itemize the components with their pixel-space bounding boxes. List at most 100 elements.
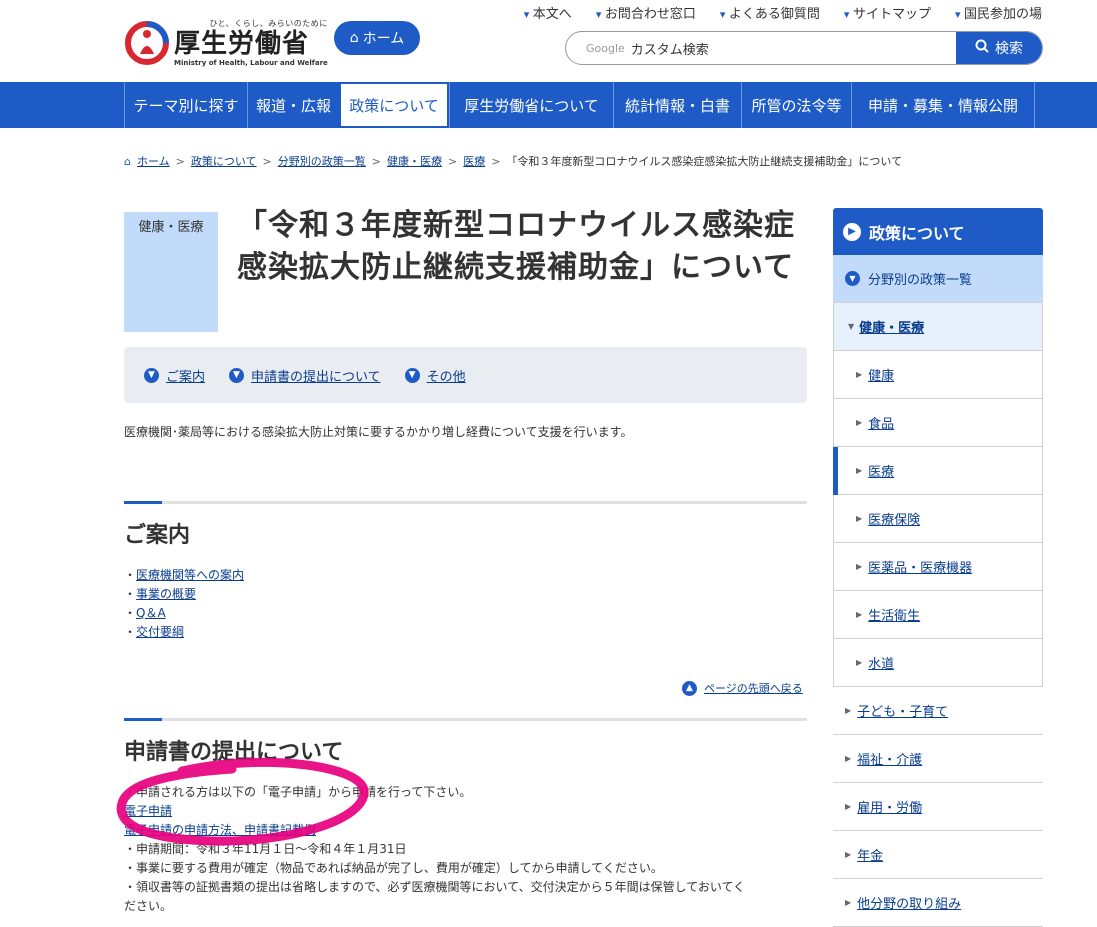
- sidebar-current-label[interactable]: 健康・医療: [859, 317, 924, 336]
- sidebar-item-insurance[interactable]: ▶ 医療保険: [833, 495, 1043, 543]
- anchor-links: ▼ ご案内 ▼ 申請書の提出について ▼ その他: [124, 347, 807, 403]
- sidebar-item-label[interactable]: 水道: [868, 653, 894, 672]
- sidebar-item-label[interactable]: 福祉・介護: [857, 749, 922, 768]
- search-placeholder: カスタム検索: [630, 42, 709, 58]
- caret-right-icon: ▶: [845, 706, 852, 715]
- list-item: 電子申請の申請方法、申請書記載例: [124, 821, 807, 840]
- anchor-guide[interactable]: ▼ ご案内: [144, 366, 205, 385]
- text-line: 領収書等の証拠書類の提出は省略しますので、必ず医療機関等において、交付決定から５…: [124, 878, 807, 897]
- list-item: 事業の概要: [124, 585, 244, 604]
- sidebar-item-employment[interactable]: ▶ 雇用・労働: [833, 783, 1043, 831]
- page-top-link[interactable]: ▲ ページの先頭へ戻る: [682, 680, 803, 696]
- sidebar-item-medical[interactable]: ▶ 医療: [833, 447, 1043, 495]
- home-button[interactable]: ⌂ ホーム: [334, 21, 420, 55]
- caret-right-icon: ▶: [845, 754, 852, 763]
- text-line: ださい。: [124, 899, 173, 913]
- text-line: 事業に要する費用が確定（物品であれば納品が完了し、費用が確定）してから申請してく…: [124, 859, 807, 878]
- gnav-statistics[interactable]: 統計情報・白書: [613, 82, 741, 128]
- sidebar-item-health-medical[interactable]: ▼ 健康・医療: [833, 303, 1043, 351]
- anchor-guide-label[interactable]: ご案内: [166, 366, 205, 385]
- caret-right-icon: ▶: [845, 898, 852, 907]
- gnav-about[interactable]: 厚生労働省について: [449, 82, 613, 128]
- sidebar: ▶ 政策について ▼ 分野別の政策一覧 ▼ 健康・医療 ▶ 健康 ▶ 食品 ▶ 医療 …: [833, 208, 1043, 927]
- sidebar-policy-list[interactable]: ▼ 分野別の政策一覧: [833, 255, 1043, 303]
- list-item: 交付要綱: [124, 623, 244, 642]
- guide-link-list: 医療機関等への案内 事業の概要 Q＆A 交付要綱: [124, 566, 244, 642]
- text-line: 申請期間：令和３年11月１日〜令和４年１月31日: [124, 840, 807, 859]
- gnav-applications[interactable]: 申請・募集・情報公開: [851, 82, 1035, 128]
- sidebar-head[interactable]: ▶ 政策について: [833, 208, 1043, 255]
- anchor-other-label[interactable]: その他: [427, 366, 466, 385]
- sidebar-item-pharma[interactable]: ▶ 医薬品・医療機器: [833, 543, 1043, 591]
- link-project-overview[interactable]: 事業の概要: [136, 587, 196, 601]
- link-e-application[interactable]: 電子申請: [124, 804, 172, 818]
- chevron-down-icon: ▼: [144, 367, 159, 383]
- sidebar-item-food[interactable]: ▶ 食品: [833, 399, 1043, 447]
- sidebar-item-label[interactable]: 他分野の取り組み: [857, 893, 961, 912]
- breadcrumb-policy[interactable]: 政策について: [191, 153, 257, 169]
- caret-right-icon: ▶: [856, 562, 863, 571]
- section-divider: [124, 501, 807, 504]
- text-line: 申請される方は以下の「電子申請」から申請を行って下さい。: [124, 783, 807, 802]
- sidebar-item-label[interactable]: 食品: [868, 413, 894, 432]
- caret-right-icon: ▶: [856, 514, 863, 523]
- search-box: Google カスタム検索 検索: [565, 31, 1043, 65]
- breadcrumb: ⌂ ホーム > 政策について > 分野別の政策一覧 > 健康・医療 > 医療 > 「令和３…: [124, 153, 903, 169]
- sidebar-policy-list-label: 分野別の政策一覧: [868, 273, 973, 288]
- caret-right-icon: ▶: [856, 466, 863, 475]
- gnav-policy[interactable]: 政策について: [339, 82, 449, 128]
- sidebar-item-welfare[interactable]: ▶ 福祉・介護: [833, 735, 1043, 783]
- home-button-label: ホーム: [362, 31, 405, 47]
- search-input[interactable]: Google カスタム検索: [566, 32, 956, 64]
- caret-right-icon: ▶: [845, 850, 852, 859]
- anchor-application[interactable]: ▼ 申請書の提出について: [229, 366, 381, 385]
- sidebar-head-label: 政策について: [869, 223, 965, 243]
- sidebar-item-children[interactable]: ▶ 子ども・子育て: [833, 687, 1043, 735]
- breadcrumb-home[interactable]: ホーム: [137, 153, 170, 169]
- util-link-main[interactable]: 本文へ: [524, 3, 572, 22]
- sidebar-item-label[interactable]: 医療: [868, 461, 894, 480]
- site-logo[interactable]: ひと、くらし、みらいのために 厚生労働省 Ministry of Health,…: [124, 18, 328, 67]
- list-item: 医療機関等への案内: [124, 566, 244, 585]
- sidebar-item-label[interactable]: 健康: [868, 365, 894, 384]
- link-application-method[interactable]: 電子申請の申請方法、申請書記載例: [124, 823, 316, 837]
- sidebar-item-health[interactable]: ▶ 健康: [833, 351, 1043, 399]
- util-link-faq[interactable]: よくある御質問: [720, 3, 820, 22]
- gnav-themes[interactable]: テーマ別に探す: [124, 82, 247, 128]
- breadcrumb-current: 「令和３年度新型コロナウイルス感染症感染拡大防止継続支援補助金」について: [506, 155, 903, 168]
- breadcrumb-health[interactable]: 健康・医療: [387, 153, 442, 169]
- page-top-label[interactable]: ページの先頭へ戻る: [704, 680, 803, 696]
- gnav-press[interactable]: 報道・広報: [247, 82, 339, 128]
- util-link-participation[interactable]: 国民参加の場: [955, 3, 1042, 22]
- breadcrumb-policy-list[interactable]: 分野別の政策一覧: [278, 153, 366, 169]
- category-label: 健康・医療: [124, 212, 218, 332]
- gnav-laws[interactable]: 所管の法令等: [741, 82, 851, 128]
- search-button-label: 検索: [995, 41, 1023, 57]
- util-link-sitemap[interactable]: サイトマップ: [844, 3, 931, 22]
- search-button[interactable]: 検索: [956, 32, 1042, 64]
- chevron-down-icon: ▼: [229, 367, 245, 383]
- chevron-right-icon: ▶: [843, 222, 861, 241]
- utility-links: 本文へ お問合わせ窓口 よくある御質問 サイトマップ 国民参加の場: [524, 3, 1042, 22]
- sidebar-item-label[interactable]: 子ども・子育て: [857, 701, 948, 720]
- sidebar-item-label[interactable]: 生活衛生: [868, 605, 920, 624]
- sidebar-item-label[interactable]: 雇用・労働: [857, 797, 922, 816]
- anchor-other[interactable]: ▼ その他: [404, 366, 466, 385]
- logo-english: Ministry of Health, Labour and Welfare: [174, 59, 328, 67]
- breadcrumb-medical[interactable]: 医療: [463, 153, 485, 169]
- sidebar-item-hygiene[interactable]: ▶ 生活衛生: [833, 591, 1043, 639]
- anchor-application-label[interactable]: 申請書の提出について: [251, 366, 381, 385]
- chevron-down-icon: ▼: [845, 271, 860, 286]
- home-icon: ⌂: [349, 30, 359, 46]
- util-link-contact[interactable]: お問合わせ窓口: [596, 3, 696, 22]
- sidebar-item-pension[interactable]: ▶ 年金: [833, 831, 1043, 879]
- sidebar-item-label[interactable]: 年金: [857, 845, 883, 864]
- link-qa[interactable]: Q＆A: [136, 606, 166, 620]
- page-title: 「令和３年度新型コロナウイルス感染症感染拡大防止継続支援補助金」について: [237, 208, 795, 285]
- link-grant-guidelines[interactable]: 交付要綱: [136, 625, 184, 639]
- lead-text: 医療機関･薬局等における感染拡大防止対策に要するかかり増し経費について支援を行い…: [124, 425, 633, 439]
- link-institution-guide[interactable]: 医療機関等への案内: [136, 568, 244, 582]
- sidebar-item-label[interactable]: 医療保険: [868, 509, 920, 528]
- sidebar-item-water[interactable]: ▶ 水道: [833, 639, 1043, 687]
- sidebar-item-label[interactable]: 医薬品・医療機器: [868, 557, 972, 576]
